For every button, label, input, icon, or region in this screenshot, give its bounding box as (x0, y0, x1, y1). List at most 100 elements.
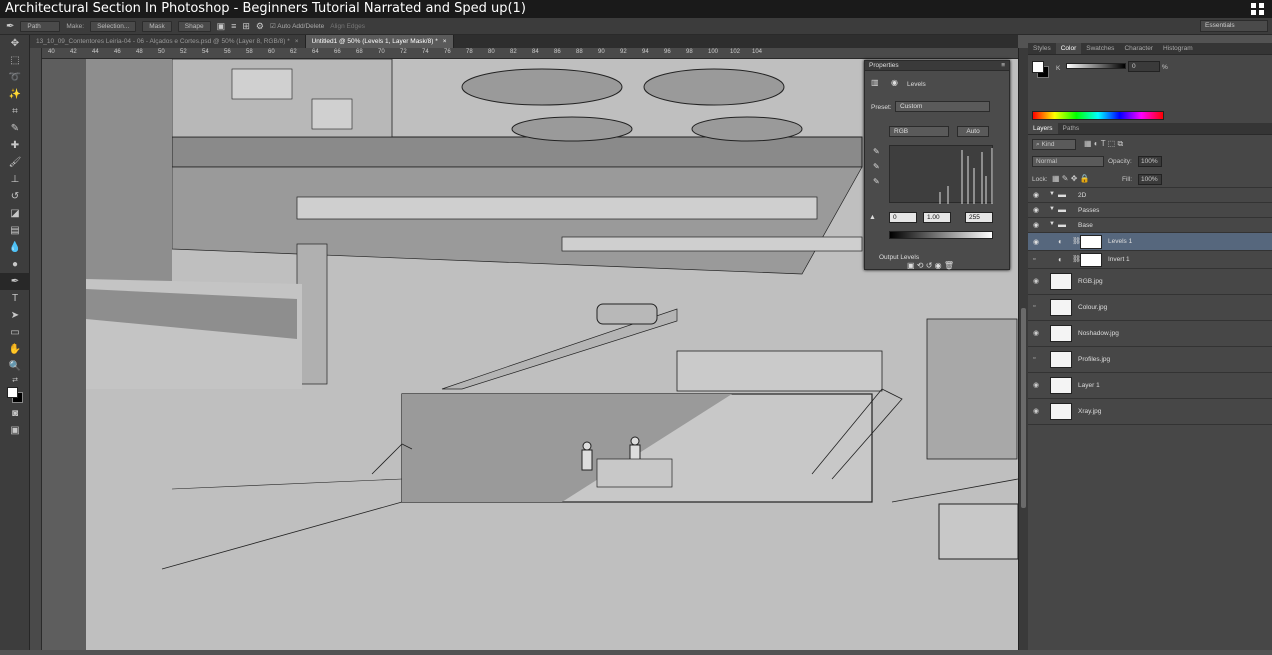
k-value-field[interactable]: 0 (1128, 61, 1160, 72)
pen-tool-preset-icon[interactable]: ✒ (6, 21, 14, 32)
adjustment-layer-row[interactable]: ▫ ◐ ⛓ Invert 1 (1028, 251, 1272, 269)
make-selection-button[interactable]: Selection... (90, 20, 137, 32)
eye-icon[interactable]: ▫ (1033, 256, 1035, 263)
tab-layers[interactable]: Layers (1028, 123, 1058, 134)
input-black-field[interactable]: 0 (889, 212, 917, 223)
filter-icons[interactable]: ▦ ◐ T ⬚ ⧉ (1084, 139, 1123, 149)
zoom-tool-icon[interactable]: 🔍 (0, 358, 30, 375)
scrollbar-thumb[interactable] (1021, 308, 1026, 508)
tab-document-1[interactable]: 13_10_09_Contentores Leiria-04 - 06 - Al… (30, 35, 306, 48)
fill-field[interactable]: 100% (1138, 174, 1162, 185)
path-mode-select[interactable]: Path (20, 20, 61, 32)
tab-styles[interactable]: Styles (1028, 43, 1056, 54)
eye-icon[interactable]: ◉ (1033, 407, 1043, 417)
eyedropper-gray-icon[interactable]: ✎ (873, 162, 880, 171)
panel-menu-icon[interactable]: ≡ (1001, 61, 1005, 71)
quick-mask-icon[interactable]: ◙ (0, 405, 30, 422)
opacity-field[interactable]: 100% (1138, 156, 1162, 167)
gear-icon[interactable]: ⚙ (256, 21, 264, 32)
marquee-tool-icon[interactable]: ⬚ (0, 52, 30, 69)
swap-colors-icon[interactable]: ⇄ (0, 375, 30, 385)
color-spectrum-bar[interactable] (1032, 111, 1164, 120)
crop-tool-icon[interactable]: ⌗ (0, 103, 30, 120)
kind-filter-select[interactable]: ⌕ Kind (1032, 139, 1076, 150)
foreground-color-swatch[interactable] (1032, 61, 1044, 73)
eye-icon[interactable]: ▫ (1033, 303, 1043, 313)
eyedropper-tool-icon[interactable]: ✎ (0, 120, 30, 137)
eyedropper-white-icon[interactable]: ✎ (873, 177, 880, 186)
channel-select[interactable]: RGB (889, 126, 949, 137)
layer-group[interactable]: ◉ ▼ ▬ Base (1028, 218, 1272, 233)
disclosure-triangle-icon[interactable]: ▼ (1049, 191, 1055, 197)
layer-row[interactable]: ◉ Layer 1 (1028, 373, 1272, 399)
blend-mode-select[interactable]: Normal (1032, 156, 1104, 167)
foreground-color-swatch[interactable] (7, 387, 18, 398)
brush-tool-icon[interactable]: 🖌 (0, 154, 30, 171)
k-slider[interactable] (1066, 63, 1126, 69)
tab-color[interactable]: Color (1055, 43, 1082, 54)
tab-paths[interactable]: Paths (1058, 123, 1085, 134)
tab-document-2[interactable]: Untitled1 @ 50% (Levels 1, Layer Mask/8)… (305, 35, 454, 48)
hand-tool-icon[interactable]: ✋ (0, 341, 30, 358)
path-operations-icon[interactable]: ▣ (217, 21, 226, 32)
layer-row[interactable]: ▫ Profiles.jpg (1028, 347, 1272, 373)
clip-to-layer-icon[interactable]: ▣ ⟲ ↺ ◉ 🗑 (907, 261, 954, 270)
type-tool-icon[interactable]: T (0, 290, 30, 307)
gradient-tool-icon[interactable]: ▤ (0, 222, 30, 239)
layer-row[interactable]: ◉ Noshadow.jpg (1028, 321, 1272, 347)
input-gamma-field[interactable]: 1.00 (923, 212, 951, 223)
shape-tool-icon[interactable]: ▭ (0, 324, 30, 341)
layer-row[interactable]: ◉ Xray.jpg (1028, 399, 1272, 425)
close-icon[interactable]: × (443, 38, 447, 45)
path-alignment-icon[interactable]: ≡ (231, 21, 236, 31)
path-selection-tool-icon[interactable]: ➤ (0, 307, 30, 324)
lock-icons[interactable]: ▦ ✎ ✥ 🔒 (1052, 174, 1090, 183)
layer-group[interactable]: ◉ ▼ ▬ Passes (1028, 203, 1272, 218)
adjustment-layer-row[interactable]: ◉ ◐ ⛓ Levels 1 (1028, 233, 1272, 251)
disclosure-triangle-icon[interactable]: ▼ (1049, 221, 1055, 227)
tab-character[interactable]: Character (1119, 43, 1158, 54)
dodge-tool-icon[interactable]: ● (0, 256, 30, 273)
input-white-field[interactable]: 255 (965, 212, 993, 223)
clone-stamp-tool-icon[interactable]: ⊥ (0, 171, 30, 188)
history-brush-tool-icon[interactable]: ↺ (0, 188, 30, 205)
healing-brush-tool-icon[interactable]: ✚ (0, 137, 30, 154)
preset-select[interactable]: Custom (895, 101, 990, 112)
eyedropper-black-icon[interactable]: ✎ (873, 147, 880, 156)
disclosure-triangle-icon[interactable]: ▼ (1049, 206, 1055, 212)
path-arrangement-icon[interactable]: ⊞ (242, 21, 250, 32)
auto-add-delete-checkbox[interactable]: ☑ Auto Add/Delete (270, 22, 324, 30)
layer-row[interactable]: ▫ Colour.jpg (1028, 295, 1272, 321)
workspace-select[interactable]: Essentials (1200, 20, 1268, 32)
layer-row[interactable]: ◉ RGB.jpg (1028, 269, 1272, 295)
mask-icon[interactable]: ◉ (891, 78, 898, 87)
pen-tool-icon[interactable]: ✒ (0, 273, 30, 290)
eye-icon[interactable]: ◉ (1033, 221, 1039, 229)
workspace-switch-icon[interactable] (1250, 2, 1266, 16)
screen-mode-icon[interactable]: ▣ (0, 422, 30, 439)
make-shape-button[interactable]: Shape (177, 20, 211, 32)
blur-tool-icon[interactable]: 💧 (0, 239, 30, 256)
layer-group[interactable]: ◉ ▼ ▬ 2D (1028, 188, 1272, 203)
auto-button[interactable]: Auto (957, 126, 989, 137)
color-swatches[interactable] (0, 385, 30, 405)
close-icon[interactable]: × (295, 38, 299, 45)
tab-swatches[interactable]: Swatches (1081, 43, 1119, 54)
move-tool-icon[interactable]: ✥ (0, 35, 30, 52)
lasso-tool-icon[interactable]: ➰ (0, 69, 30, 86)
eye-icon[interactable]: ◉ (1033, 277, 1043, 287)
eye-icon[interactable]: ◉ (1033, 191, 1039, 199)
eraser-tool-icon[interactable]: ◪ (0, 205, 30, 222)
eye-icon[interactable]: ◉ (1033, 238, 1039, 246)
eye-icon[interactable]: ◉ (1033, 381, 1043, 391)
eye-icon[interactable]: ◉ (1033, 329, 1043, 339)
magic-wand-tool-icon[interactable]: ✨ (0, 86, 30, 103)
eye-icon[interactable]: ▫ (1033, 355, 1043, 365)
layer-mask-thumbnail[interactable] (1080, 253, 1102, 267)
make-mask-button[interactable]: Mask (142, 20, 172, 32)
canvas-vertical-scrollbar[interactable] (1018, 48, 1028, 650)
tab-histogram[interactable]: Histogram (1158, 43, 1198, 54)
layer-mask-thumbnail[interactable] (1080, 235, 1102, 249)
eye-icon[interactable]: ◉ (1033, 206, 1039, 214)
clip-warning-icon[interactable]: ▲ (869, 214, 876, 221)
